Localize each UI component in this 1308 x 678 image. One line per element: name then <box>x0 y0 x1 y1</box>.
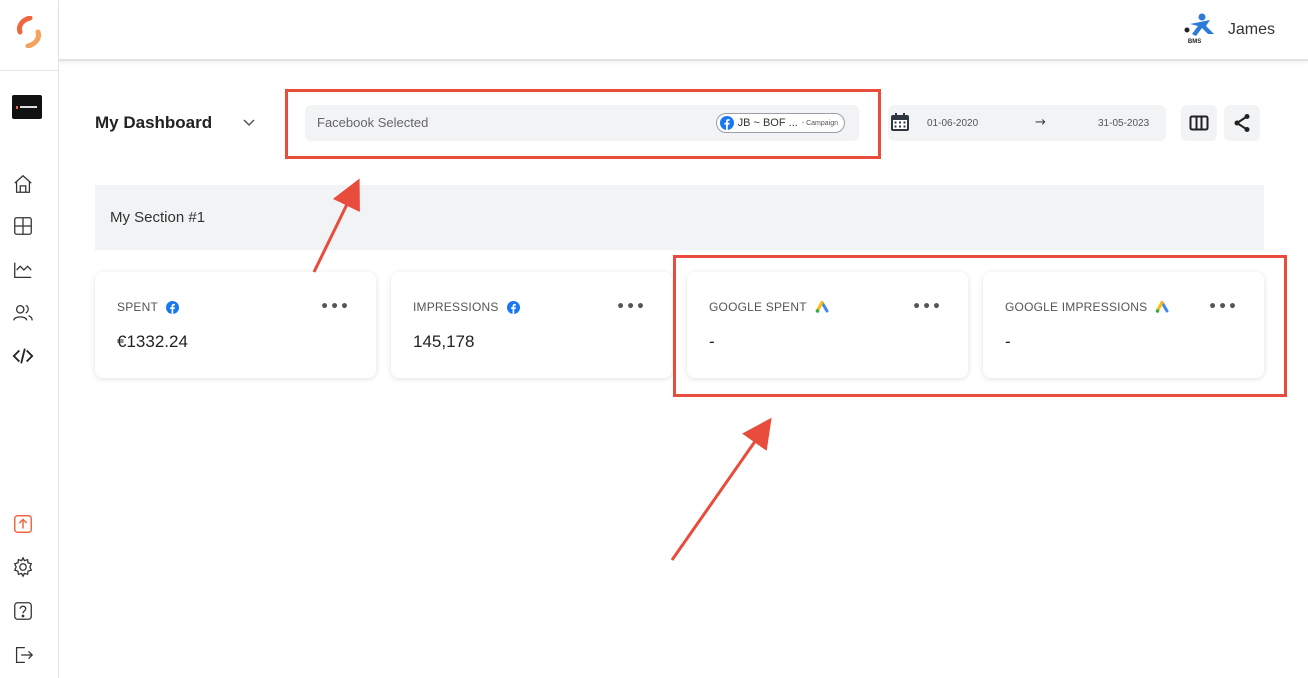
card-more-icon[interactable]: ••• <box>1208 299 1238 315</box>
metric-label-text: GOOGLE IMPRESSIONS <box>1005 300 1148 314</box>
date-start[interactable]: 01-06-2020 <box>927 118 978 129</box>
metric-label: IMPRESSIONS <box>413 300 520 314</box>
company-logo: BMS <box>1180 12 1218 48</box>
help-icon[interactable] <box>11 599 35 623</box>
settings-gear-icon[interactable] <box>11 555 35 579</box>
logout-icon[interactable] <box>11 643 35 667</box>
metric-label: GOOGLE SPENT <box>709 300 829 314</box>
dashboard-title: My Dashboard <box>95 113 213 132</box>
metric-label-text: SPENT <box>117 300 159 314</box>
campaign-chip-type: - Campaign <box>801 119 838 127</box>
sidebar-divider <box>0 70 59 71</box>
source-filter[interactable]: Facebook Selected JB ~ BOF ... - Campaig… <box>305 105 859 141</box>
metric-value: 145,178 <box>413 332 475 351</box>
facebook-icon <box>719 116 734 130</box>
metric-card-spent[interactable]: SPENT €1332.24 ••• <box>95 272 376 378</box>
user-menu[interactable]: BMS James <box>1180 12 1275 48</box>
filter-label: Facebook Selected <box>317 115 429 130</box>
metric-value: - <box>709 332 715 351</box>
card-more-icon[interactable]: ••• <box>320 299 350 315</box>
metric-label: GOOGLE IMPRESSIONS <box>1005 300 1169 314</box>
topbar: BMS James <box>59 0 1308 61</box>
section-title: My Section #1 <box>110 209 206 226</box>
metric-card-google-impressions[interactable]: GOOGLE IMPRESSIONS - ••• <box>983 272 1264 378</box>
workspace-logo[interactable] <box>12 95 42 119</box>
facebook-icon <box>506 300 520 314</box>
date-end[interactable]: 31-05-2023 <box>1098 118 1149 129</box>
company-logo-text: BMS <box>1187 39 1202 45</box>
share-icon <box>1234 114 1250 132</box>
campaign-chip[interactable]: JB ~ BOF ... - Campaign <box>715 113 845 133</box>
columns-layout-button[interactable] <box>1181 105 1217 141</box>
sidebar <box>0 0 59 678</box>
date-range-picker[interactable]: 01-06-2020 → 31-05-2023 <box>888 105 1166 141</box>
app-logo[interactable] <box>14 16 44 48</box>
section-header[interactable]: My Section #1 <box>95 185 1264 250</box>
card-more-icon[interactable]: ••• <box>616 299 646 315</box>
metric-value: - <box>1005 332 1011 351</box>
user-name[interactable]: James <box>1228 21 1275 39</box>
upload-icon[interactable] <box>11 512 35 536</box>
analytics-chart-icon[interactable] <box>11 258 35 282</box>
metric-card-google-spent[interactable]: GOOGLE SPENT - ••• <box>687 272 968 378</box>
share-button[interactable] <box>1224 105 1260 141</box>
home-icon[interactable] <box>11 172 35 196</box>
date-arrow: → <box>1035 115 1046 130</box>
dashboard-selector-chevron-down-icon[interactable] <box>243 116 255 130</box>
columns-icon <box>1189 115 1209 131</box>
metric-label-text: IMPRESSIONS <box>413 300 499 314</box>
google-ads-icon <box>1156 301 1169 313</box>
metric-label: SPENT <box>117 300 180 314</box>
metric-value: €1332.24 <box>117 332 188 351</box>
campaign-chip-label: JB ~ BOF ... <box>737 117 798 129</box>
dashboard-grid-icon[interactable] <box>11 214 35 238</box>
google-ads-icon <box>815 301 829 313</box>
metric-card-impressions[interactable]: IMPRESSIONS 145,178 ••• <box>391 272 672 378</box>
annotation-arrow-google <box>670 417 772 561</box>
card-more-icon[interactable]: ••• <box>912 299 942 315</box>
calendar-icon <box>891 113 909 131</box>
code-icon[interactable] <box>11 344 35 368</box>
metric-label-text: GOOGLE SPENT <box>709 300 807 314</box>
users-icon[interactable] <box>11 301 35 325</box>
facebook-icon <box>166 300 180 314</box>
